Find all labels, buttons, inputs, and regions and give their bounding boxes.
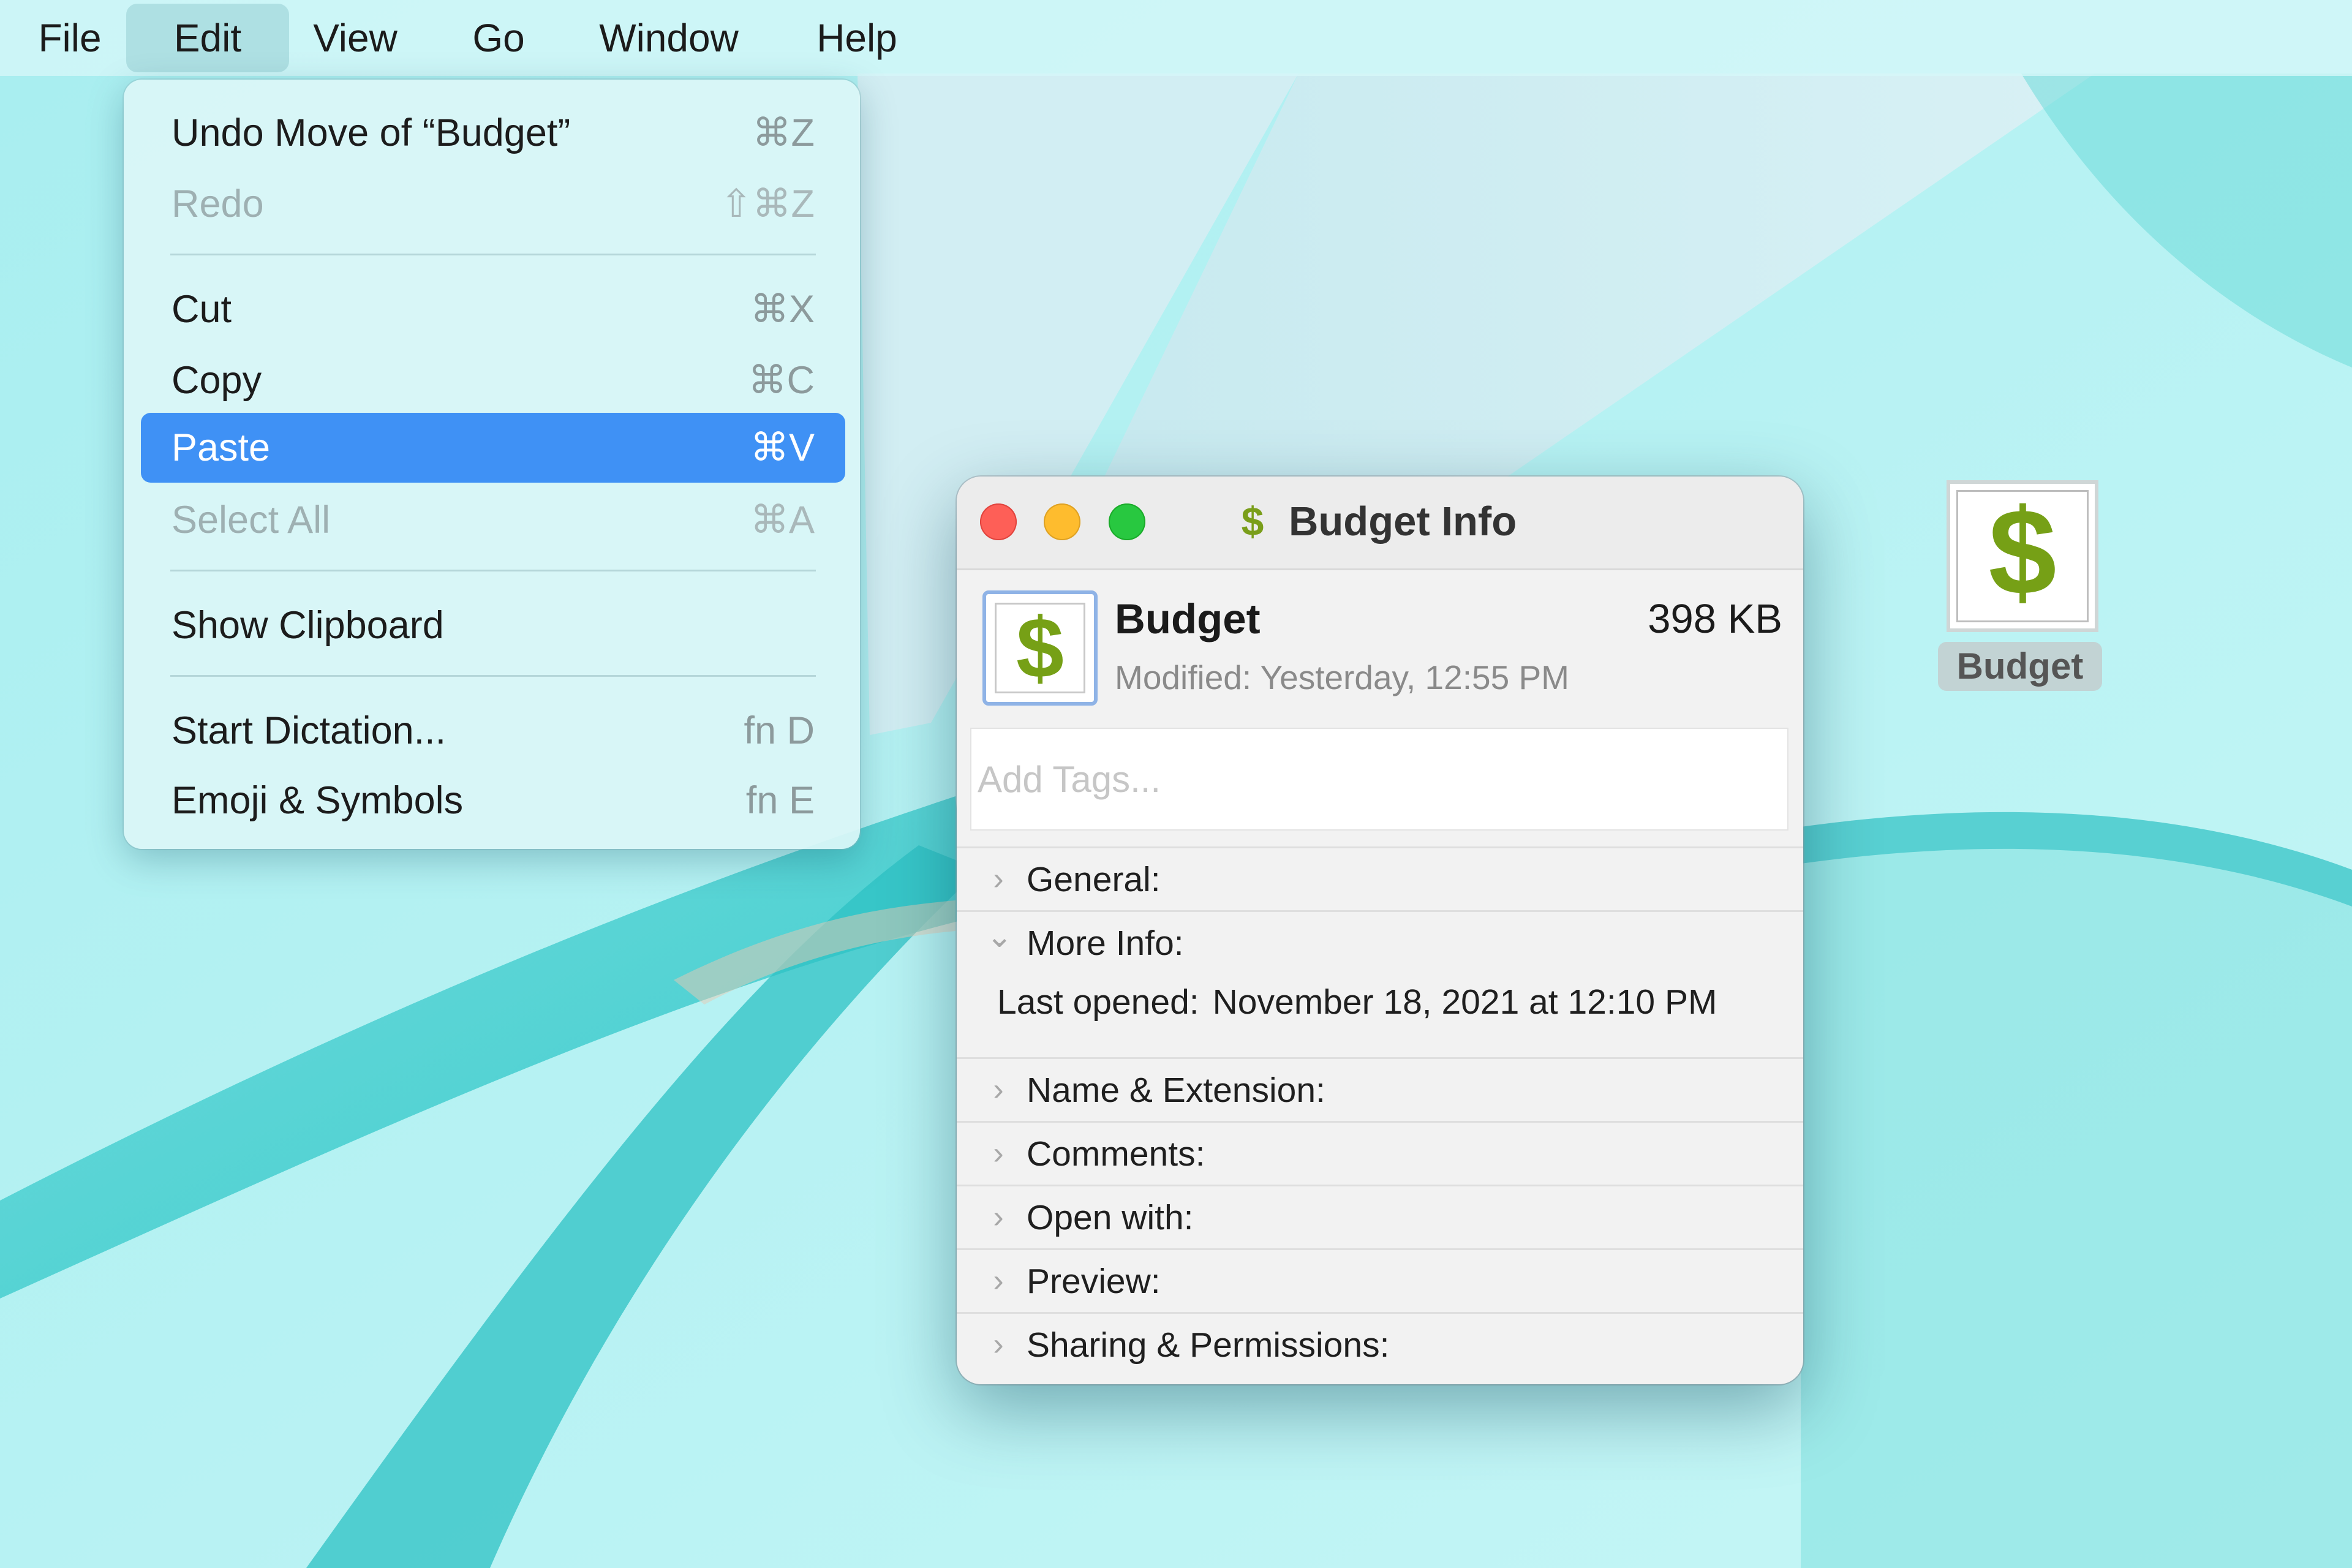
menu-item-label: Cut bbox=[172, 288, 232, 331]
shortcut-label: ⌘X bbox=[750, 288, 815, 331]
chevron-right-icon: › bbox=[993, 1136, 1004, 1171]
dollar-icon: $ bbox=[1016, 600, 1064, 696]
document-dollar-icon: $ bbox=[1241, 499, 1264, 544]
section-preview[interactable]: › Preview: bbox=[957, 1248, 1803, 1313]
menu-item-label: Redo bbox=[172, 183, 264, 225]
modified-date: Modified: Yesterday, 12:55 PM bbox=[1115, 653, 1569, 702]
last-opened-value: November 18, 2021 at 12:10 PM bbox=[1212, 982, 1717, 1022]
section-general[interactable]: › General: bbox=[957, 846, 1803, 911]
minimize-window-button[interactable] bbox=[1044, 503, 1080, 540]
modified-value: Yesterday, 12:55 PM bbox=[1260, 658, 1569, 696]
section-open-with[interactable]: › Open with: bbox=[957, 1185, 1803, 1249]
desktop-file-icon[interactable]: $ bbox=[1947, 480, 2098, 632]
menu-file[interactable]: File bbox=[18, 4, 121, 72]
menu-window[interactable]: Window bbox=[582, 4, 756, 72]
chevron-down-icon: ⌄ bbox=[986, 919, 1013, 954]
chevron-right-icon: › bbox=[993, 1327, 1004, 1362]
menu-item-paste[interactable]: Paste ⌘V bbox=[141, 413, 845, 483]
window-title: Budget Info bbox=[1289, 499, 1517, 545]
shortcut-label: fn E bbox=[745, 779, 815, 822]
menu-item-label: Select All bbox=[172, 499, 331, 541]
file-size: 398 KB bbox=[1648, 596, 1782, 642]
add-tags-input[interactable] bbox=[970, 728, 1789, 831]
window-titlebar[interactable]: $ Budget Info bbox=[957, 477, 1803, 570]
menu-item-select-all[interactable]: Select All ⌘A bbox=[141, 485, 845, 555]
section-more-info[interactable]: ⌄ More Info: bbox=[957, 910, 1803, 974]
section-label: General: bbox=[1027, 860, 1161, 899]
menu-bar: File Edit View Go Window Help bbox=[0, 0, 2352, 76]
menu-item-label: Emoji & Symbols bbox=[172, 779, 464, 822]
edit-menu-dropdown: Undo Move of “Budget” ⌘Z Redo ⇧⌘Z Cut ⌘X… bbox=[124, 80, 860, 849]
shortcut-label: ⌘C bbox=[748, 359, 815, 402]
chevron-right-icon: › bbox=[993, 1199, 1004, 1235]
shortcut-label: ⌘V bbox=[750, 426, 815, 469]
desktop-file-label[interactable]: Budget bbox=[1938, 642, 2102, 691]
menu-item-label: Copy bbox=[172, 359, 262, 402]
last-opened-row: Last opened: November 18, 2021 at 12:10 P… bbox=[997, 978, 1730, 1027]
menu-item-undo[interactable]: Undo Move of “Budget” ⌘Z bbox=[141, 98, 845, 168]
section-sharing-permissions[interactable]: › Sharing & Permissions: bbox=[957, 1312, 1803, 1376]
section-label: Comments: bbox=[1027, 1134, 1205, 1174]
chevron-right-icon: › bbox=[993, 1072, 1004, 1107]
menu-item-start-dictation[interactable]: Start Dictation... fn D bbox=[141, 696, 845, 766]
budget-info-window: $ Budget Info $ Budget 398 KB Modified: … bbox=[957, 477, 1803, 1384]
file-preview-icon[interactable]: $ bbox=[982, 590, 1098, 706]
menu-go[interactable]: Go bbox=[445, 4, 552, 72]
menu-item-show-clipboard[interactable]: Show Clipboard bbox=[141, 590, 845, 660]
menu-item-copy[interactable]: Copy ⌘C bbox=[141, 345, 845, 415]
section-label: More Info: bbox=[1027, 924, 1184, 963]
section-label: Preview: bbox=[1027, 1262, 1161, 1301]
chevron-right-icon: › bbox=[993, 861, 1004, 897]
close-window-button[interactable] bbox=[980, 503, 1017, 540]
section-label: Sharing & Permissions: bbox=[1027, 1325, 1390, 1365]
menu-edit[interactable]: Edit bbox=[126, 4, 289, 72]
menu-separator bbox=[170, 675, 816, 677]
shortcut-label: ⌘Z bbox=[752, 111, 815, 154]
menu-help[interactable]: Help bbox=[797, 4, 916, 72]
zoom-window-button[interactable] bbox=[1109, 503, 1145, 540]
menu-view[interactable]: View bbox=[294, 4, 417, 72]
chevron-right-icon: › bbox=[993, 1263, 1004, 1298]
dollar-icon: $ bbox=[1988, 484, 2057, 620]
shortcut-label: ⇧⌘Z bbox=[720, 183, 815, 225]
last-opened-label: Last opened: bbox=[997, 982, 1199, 1022]
file-name: Budget bbox=[1115, 595, 1261, 643]
section-label: Open with: bbox=[1027, 1198, 1194, 1237]
modified-label: Modified: bbox=[1115, 658, 1252, 696]
menu-item-label: Start Dictation... bbox=[172, 709, 447, 752]
menu-item-label: Undo Move of “Budget” bbox=[172, 111, 571, 154]
menu-item-redo[interactable]: Redo ⇧⌘Z bbox=[141, 169, 845, 239]
menu-item-label: Paste bbox=[172, 426, 271, 469]
menu-item-emoji-symbols[interactable]: Emoji & Symbols fn E bbox=[141, 766, 845, 835]
menu-item-cut[interactable]: Cut ⌘X bbox=[141, 274, 845, 344]
shortcut-label: fn D bbox=[744, 709, 815, 752]
section-name-extension[interactable]: › Name & Extension: bbox=[957, 1057, 1803, 1121]
menu-item-label: Show Clipboard bbox=[172, 604, 444, 647]
shortcut-label: ⌘A bbox=[750, 499, 815, 541]
section-comments[interactable]: › Comments: bbox=[957, 1121, 1803, 1185]
menu-separator bbox=[170, 570, 816, 571]
menu-separator bbox=[170, 254, 816, 255]
section-label: Name & Extension: bbox=[1027, 1071, 1325, 1110]
